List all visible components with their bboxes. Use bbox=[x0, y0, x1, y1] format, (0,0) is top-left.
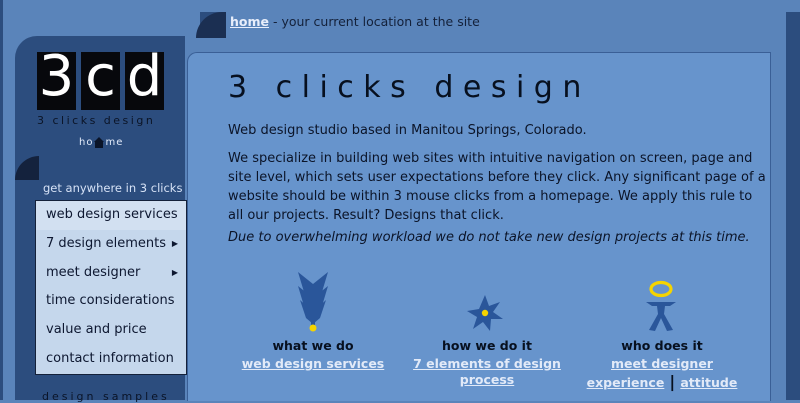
meet-designer-link[interactable]: meet designer bbox=[577, 356, 747, 372]
logo-letter: 3 bbox=[38, 44, 75, 109]
menu-item-value-and-price[interactable]: value and price bbox=[36, 316, 186, 345]
logo-box-2: c bbox=[81, 48, 120, 110]
logo[interactable]: 3 c d bbox=[37, 48, 164, 110]
submenu-arrow-icon: ▶ bbox=[171, 267, 178, 277]
home-link[interactable]: ho me bbox=[79, 137, 123, 148]
logo-letter: d bbox=[126, 44, 163, 109]
design-process-link[interactable]: 7 elements of design process bbox=[402, 356, 572, 388]
intro-paragraph: Web design studio based in Manitou Sprin… bbox=[228, 123, 587, 138]
right-frame bbox=[786, 12, 800, 400]
breadcrumb-text: - your current location at the site bbox=[269, 14, 480, 29]
who-does-it-column: who does it meet designer experience | a… bbox=[577, 338, 747, 391]
home-link-text-end: me bbox=[105, 137, 124, 148]
menu-item-label: time considerations bbox=[46, 293, 175, 309]
breadcrumb: home - your current location at the site bbox=[230, 14, 480, 29]
column-label: how we do it bbox=[442, 338, 532, 353]
menu-item-web-design-services[interactable]: web design services bbox=[36, 201, 186, 230]
sidebar-footer-heading: design samples bbox=[42, 390, 170, 403]
logo-subtitle: 3 clicks design bbox=[37, 114, 156, 127]
description-paragraph: We specialize in building web sites with… bbox=[228, 151, 766, 223]
column-label: what we do bbox=[272, 338, 354, 353]
what-we-do-column: what we do web design services bbox=[228, 338, 398, 372]
logo-letter: c bbox=[85, 44, 116, 109]
menu-item-label: value and price bbox=[46, 322, 147, 338]
submenu-arrow-icon: ▶ bbox=[171, 238, 178, 248]
page-title: 3 clicks design bbox=[228, 70, 591, 105]
menu-item-7-design-elements[interactable]: 7 design elements ▶ bbox=[36, 230, 186, 259]
wheat-icon bbox=[298, 272, 328, 332]
home-link-text-start: ho bbox=[79, 137, 94, 148]
logo-box-1: 3 bbox=[37, 48, 76, 110]
subpage-links: experience | attitude bbox=[577, 372, 747, 391]
menu-item-contact-information[interactable]: contact information bbox=[36, 345, 186, 374]
logo-box-3: d bbox=[125, 48, 164, 110]
house-icon bbox=[94, 137, 105, 148]
menu-item-time-considerations[interactable]: time considerations bbox=[36, 287, 186, 316]
person-halo-icon bbox=[646, 280, 676, 331]
menu-item-label: web design services bbox=[46, 207, 178, 222]
notice-paragraph: Due to overwhelming workload we do not t… bbox=[228, 230, 750, 245]
breadcrumb-home-link[interactable]: home bbox=[230, 14, 269, 29]
experience-link[interactable]: experience bbox=[587, 375, 665, 390]
how-we-do-it-column: how we do it 7 elements of design proces… bbox=[402, 338, 572, 388]
web-design-services-link[interactable]: web design services bbox=[228, 356, 398, 372]
link-separator: | bbox=[669, 372, 676, 391]
attitude-link[interactable]: attitude bbox=[680, 375, 737, 390]
menu-item-meet-designer[interactable]: meet designer ▶ bbox=[36, 259, 186, 288]
sidebar-heading: get anywhere in 3 clicks bbox=[43, 181, 183, 195]
sidebar-menu: web design services 7 design elements ▶ m… bbox=[35, 200, 187, 375]
menu-item-label: meet designer bbox=[46, 264, 141, 280]
left-frame bbox=[0, 0, 3, 400]
star-gear-icon bbox=[467, 295, 503, 331]
column-label: who does it bbox=[621, 338, 703, 353]
menu-item-label: 7 design elements bbox=[46, 235, 167, 251]
menu-item-label: contact information bbox=[46, 350, 174, 366]
